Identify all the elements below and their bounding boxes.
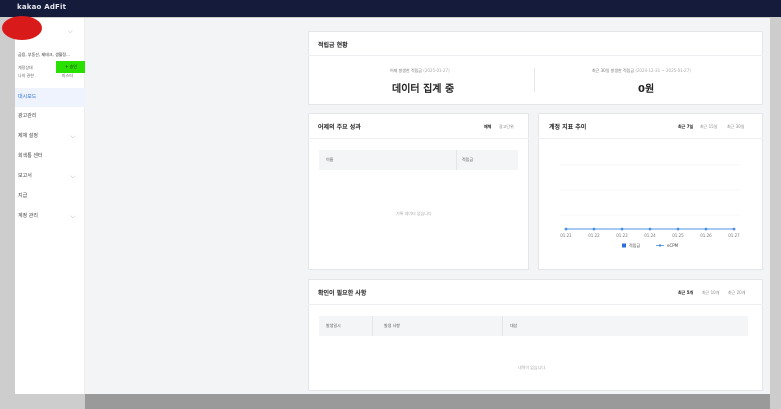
x-tick-label: 01.24 <box>644 233 656 238</box>
last-30-days-earnings-value: 0원 <box>638 84 655 95</box>
x-tick-label: 01.25 <box>672 233 684 238</box>
app-logo[interactable]: kakao AdFit <box>17 3 66 11</box>
column-header-name: 이름 <box>326 157 334 162</box>
trend-title: 계정 지표 추이 <box>549 124 587 131</box>
legend-label-earnings: 적립금 <box>629 242 640 248</box>
performance-title: 어제의 주요 성과 <box>318 124 361 131</box>
column-header-earnings: 적립금 <box>462 157 474 162</box>
top-bar: kakao AdFit <box>0 0 781 17</box>
performance-table-header <box>319 150 518 170</box>
sidebar-item-label: 지급 <box>18 193 28 199</box>
sidebar-item-label: 대시보드 <box>18 94 37 100</box>
chevron-down-icon: ⌵ <box>70 213 75 220</box>
data-point-2-01.26 <box>704 227 708 231</box>
sidebar-item-label: 계정 관리 <box>18 213 38 219</box>
tab-media[interactable]: 매체 <box>484 124 491 130</box>
divider <box>538 138 763 139</box>
data-point-2-01.21 <box>564 227 568 231</box>
account-trend-chart: 01.21 01.22 01.23 01.24 01.25 01.26 01.27 적립금 eC… <box>560 164 740 248</box>
legend-label-ecpm: eCPM <box>667 243 679 248</box>
legend-swatch-earnings <box>622 243 626 248</box>
sidebar-item-sanction-settings[interactable]: 제재 설정 ⌵ <box>15 127 85 146</box>
divider <box>308 304 763 305</box>
sidebar-item-label: 제재 설정 <box>18 133 38 139</box>
sidebar-item-label: 회색통 센터 <box>18 153 43 159</box>
sidebar-item-payment[interactable]: 지급 <box>15 187 85 206</box>
account-chevron-down-icon[interactable]: ⌵ <box>68 28 73 36</box>
sidebar-item-reports[interactable]: 보고서 ⌵ <box>15 167 85 186</box>
legend-marker-ecpm <box>658 244 662 247</box>
x-tick-label: 01.22 <box>588 233 600 238</box>
divider <box>308 138 529 139</box>
x-tick-label: 01.21 <box>560 233 572 238</box>
redacted-avatar <box>2 16 42 40</box>
column-header-date: 발생일시 <box>326 323 341 328</box>
range-7-days[interactable]: 최근 7일 <box>678 124 693 130</box>
account-role-value: 마스터 <box>62 73 74 78</box>
data-point-2-01.22 <box>592 227 596 231</box>
sidebar-item-label: 보고서 <box>18 173 32 179</box>
range-15-days[interactable]: 최근 15일 <box>700 124 717 130</box>
range-20-items[interactable]: 최근 20개 <box>728 290 745 296</box>
divider <box>372 316 373 336</box>
column-header-event: 발생 사항 <box>384 323 400 328</box>
bottom-scroll-area <box>85 394 770 409</box>
earnings-summary-title: 적립금 현황 <box>318 42 348 49</box>
range-30-days[interactable]: 최근 30일 <box>727 124 744 130</box>
sidebar-item-label: 광고관리 <box>18 113 37 119</box>
account-name: 금융, 부동산, 제테크, 생활정... <box>18 52 70 57</box>
yesterday-performance-card <box>308 113 529 270</box>
x-tick-label: 01.26 <box>700 233 712 238</box>
divider <box>502 316 503 336</box>
sidebar-item-account-management[interactable]: 계정 관리 ⌵ <box>15 207 85 226</box>
performance-empty-state: 기록 데이터 없습니다 <box>396 211 432 216</box>
column-header-target: 대상 <box>510 323 518 328</box>
data-point-2-01.27 <box>732 227 736 231</box>
action-items-title: 확인이 필요한 사항 <box>318 290 367 297</box>
earnings-summary-card <box>308 31 763 105</box>
range-10-items[interactable]: 최근 10개 <box>702 290 719 296</box>
divider <box>456 150 457 170</box>
chevron-down-icon: ⌵ <box>70 173 75 180</box>
x-tick-label: 01.23 <box>616 233 628 238</box>
account-status-label: 계정상태 <box>18 65 33 70</box>
range-5-items[interactable]: 최근 5개 <box>678 290 693 296</box>
account-role-label: 나의 권한 <box>18 73 34 78</box>
data-point-2-01.23 <box>620 227 624 231</box>
action-items-empty-state: 내역이 없습니다. <box>518 365 547 370</box>
data-point-2-01.25 <box>676 227 680 231</box>
divider <box>308 55 763 56</box>
yesterday-earnings-label: 어제 발생한 적립금 (2025-01-27) <box>390 68 450 73</box>
last-30-days-earnings-label: 최근 30일 발생한 적립금 (2024-12-31 ~ 2025-01-27) <box>592 68 691 73</box>
x-tick-label: 01.27 <box>728 233 740 238</box>
sidebar-item-dashboard[interactable]: 대시보드 <box>15 88 85 107</box>
tab-ad-unit[interactable]: 광고단위 <box>499 124 514 130</box>
chevron-down-icon: ⌵ <box>70 133 75 140</box>
sidebar-item-center[interactable]: 회색통 센터 <box>15 147 85 166</box>
sidebar-item-ad-management[interactable]: 광고관리 <box>15 107 85 126</box>
divider <box>534 68 535 92</box>
yesterday-earnings-value: 데이터 집계 중 <box>392 84 455 95</box>
data-point-2-01.24 <box>648 227 652 231</box>
approve-button[interactable]: + 승인 <box>56 61 86 73</box>
